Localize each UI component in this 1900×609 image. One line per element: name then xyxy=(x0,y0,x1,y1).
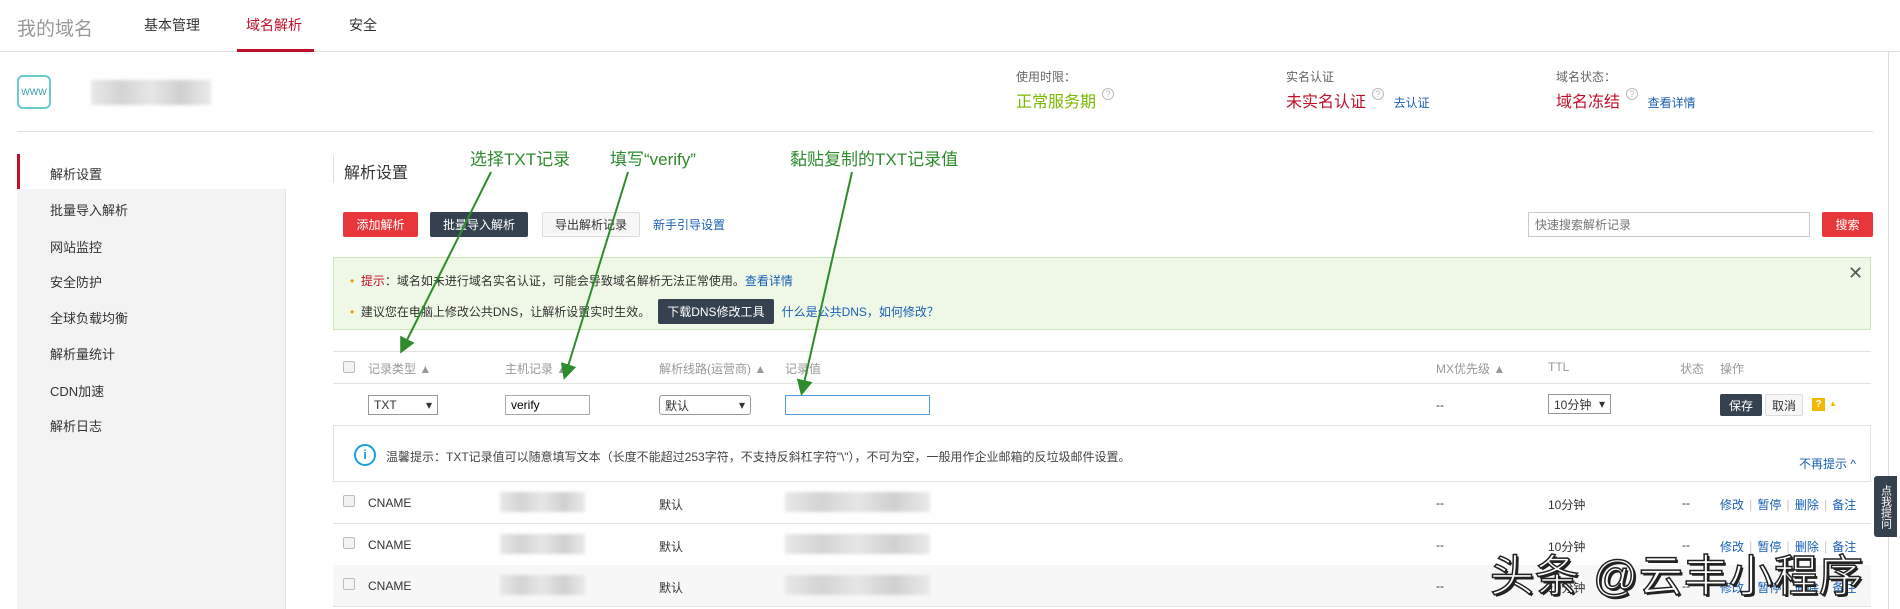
watermark: 头条 @云丰小程序 xyxy=(1489,551,1864,602)
annotation-arrows xyxy=(400,171,853,396)
annotation-select-txt: 选择TXT记录 xyxy=(470,150,571,169)
arrow-3 xyxy=(796,171,853,396)
ask-question-tab[interactable]: 点我提问 xyxy=(1874,476,1897,537)
annotation-fill-verify: 填写“verify” xyxy=(610,150,696,169)
arrow-1 xyxy=(400,171,492,354)
arrow-2 xyxy=(560,171,629,380)
annotation-paste-value: 黏贴复制的TXT记录值 xyxy=(790,150,959,169)
